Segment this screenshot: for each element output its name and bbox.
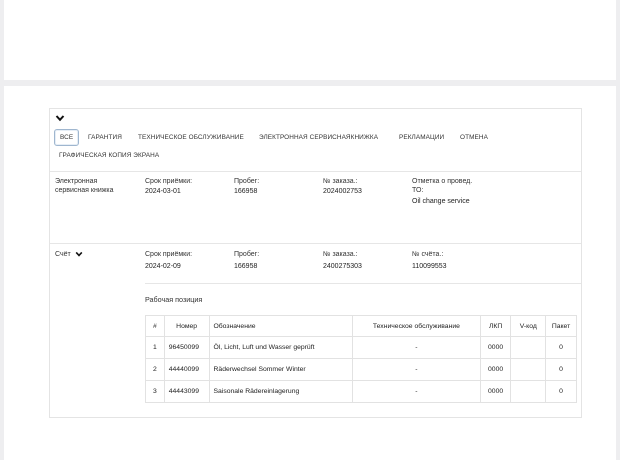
acceptance-date-label: Срок приёмки: — [145, 251, 193, 258]
row-index: 3 — [145, 380, 165, 403]
row-paint: 0000 — [479, 358, 512, 381]
row-number: 96450099 — [163, 336, 210, 359]
order-number-value: 2400275303 — [323, 263, 362, 270]
tab-screen-copy[interactable]: ГРАФИЧЕСКАЯ КОПИЯ ЭКРАНА — [59, 152, 159, 159]
service-note-value: Oil change service — [412, 198, 470, 205]
chevron-down-icon — [75, 252, 83, 257]
row-package: 0 — [545, 336, 577, 359]
row-index: 2 — [145, 358, 165, 381]
table-row: 3 44443099 Saisonale Rädereinlagerung - … — [145, 380, 577, 403]
column-header-v-code: V-код — [510, 315, 547, 337]
history-card: ВСЕ ГАРАНТИЯ ТЕХНИЧЕСКОЕ ОБСЛУЖИВАНИЕ ЭЛ… — [4, 86, 616, 460]
row-package: 0 — [545, 380, 577, 403]
row-paint: 0000 — [479, 380, 512, 403]
column-header-package: Пакет — [545, 315, 577, 337]
row-v-code — [510, 358, 547, 381]
mileage-label: Пробег: — [234, 178, 260, 185]
service-history-panel: ВСЕ ГАРАНТИЯ ТЕХНИЧЕСКОЕ ОБСЛУЖИВАНИЕ ЭЛ… — [49, 108, 582, 418]
column-header-maintenance: Техническое обслуживание — [352, 315, 481, 337]
row-number: 44443099 — [163, 380, 210, 403]
order-number-value: 2024002753 — [323, 188, 362, 195]
divider — [50, 243, 581, 244]
divider — [145, 283, 581, 284]
work-positions-table: # Номер Обозначение Техническое обслужив… — [145, 315, 577, 403]
row-designation: Saisonale Rädereinlagerung — [208, 380, 354, 403]
invoice-number-label: № счёта.: — [412, 251, 444, 258]
row-designation: Öl, Licht, Luft und Wasser geprüft — [208, 336, 354, 359]
row-maintenance: - — [352, 380, 481, 403]
record-type: Счёт — [55, 251, 71, 258]
row-v-code — [510, 336, 547, 359]
row-number: 44440099 — [163, 358, 210, 381]
tab-electronic-service-book[interactable]: ЭЛЕКТРОННАЯ СЕРВИСНАЯКНИЖКА — [259, 134, 378, 141]
acceptance-date-value: 2024-02-09 — [145, 263, 181, 270]
tab-warranty[interactable]: ГАРАНТИЯ — [88, 134, 122, 141]
tab-cancel[interactable]: ОТМЕНА — [460, 134, 488, 141]
column-header-index: # — [145, 315, 165, 337]
row-index: 1 — [145, 336, 165, 359]
mileage-label: Пробег: — [234, 251, 260, 258]
tab-all[interactable]: ВСЕ — [54, 129, 80, 146]
column-header-paint: ЛКП — [479, 315, 512, 337]
table-row: 1 96450099 Öl, Licht, Luft und Wasser ge… — [145, 336, 577, 359]
divider — [50, 171, 581, 172]
invoice-toggle[interactable]: Счёт — [55, 250, 83, 259]
row-designation: Räderwechsel Sommer Winter — [208, 358, 354, 381]
service-note-label: Отметка о провед. ТО: — [412, 178, 473, 194]
acceptance-date-label: Срок приёмки: — [145, 178, 193, 185]
column-header-designation: Обозначение — [208, 315, 354, 337]
invoice-number-value: 110099553 — [412, 263, 447, 270]
column-header-number: Номер — [163, 315, 210, 337]
tab-complaints[interactable]: РЕКЛАМАЦИИ — [399, 134, 444, 141]
acceptance-date-value: 2024-03-01 — [145, 188, 181, 195]
table-row: 2 44440099 Räderwechsel Sommer Winter - … — [145, 358, 577, 381]
order-number-label: № заказа.: — [323, 251, 358, 258]
top-card — [4, 0, 616, 80]
row-paint: 0000 — [479, 336, 512, 359]
order-number-label: № заказа.: — [323, 178, 358, 185]
table-header-row: # Номер Обозначение Техническое обслужив… — [145, 315, 577, 337]
row-maintenance: - — [352, 358, 481, 381]
work-positions-title: Рабочая позиция — [145, 295, 203, 304]
chevron-down-icon[interactable] — [55, 113, 65, 123]
mileage-value: 166958 — [234, 188, 258, 195]
row-maintenance: - — [352, 336, 481, 359]
mileage-value: 166958 — [234, 263, 258, 270]
record-type: Электронная сервисная книжка — [55, 178, 114, 194]
row-v-code — [510, 380, 547, 403]
tab-maintenance[interactable]: ТЕХНИЧЕСКОЕ ОБСЛУЖИВАНИЕ — [138, 134, 244, 141]
row-package: 0 — [545, 358, 577, 381]
